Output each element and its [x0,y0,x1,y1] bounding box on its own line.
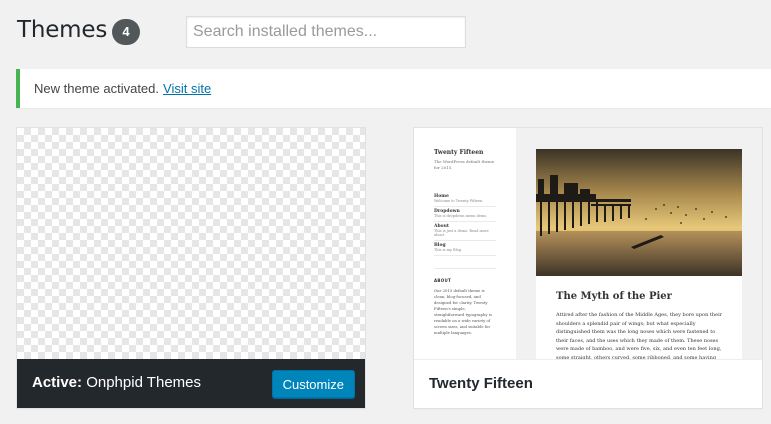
menu-item-sub: This is my Blog [434,248,462,252]
theme-screenshot-placeholder[interactable] [17,128,365,360]
preview-menu-item: Home Welcome to Twenty Fifteen [434,192,496,207]
theme-name-bar: Twenty Fifteen [414,359,762,408]
menu-item-sub: This is dropdown menu demo. [434,214,488,218]
preview-divider [434,268,496,269]
preview-about-heading: ABOUT [434,278,452,283]
active-prefix: Active: [32,374,83,391]
page-title: Themes [17,17,108,43]
preview-site-title: Twenty Fifteen [434,149,484,156]
notice-message: New theme activated. Visit site [34,81,211,96]
preview-menu-item: About This is just a demo. Read more abo… [434,222,496,241]
theme-count-badge: 4 [112,19,140,45]
preview-menu: Home Welcome to Twenty Fifteen Dropdown … [434,192,496,256]
theme-screenshot[interactable]: Twenty Fifteen The WordPress default the… [414,128,762,360]
notice-text: New theme activated. [34,81,160,96]
pier-image-icon [536,149,742,276]
theme-card-twenty-fifteen[interactable]: Twenty Fifteen The WordPress default the… [413,127,763,409]
pier-photo [536,149,742,276]
active-theme-name: Active: Onphpid Themes [32,374,201,391]
customize-button[interactable]: Customize [271,370,355,398]
search-themes-input[interactable] [186,16,466,48]
theme-activated-notice: New theme activated. Visit site [16,69,771,108]
visit-site-link[interactable]: Visit site [163,81,211,96]
preview-post: The Myth of the Pier Attired after the f… [536,149,742,360]
preview-about-text: Our 2015 default theme is clean, blog-fo… [434,288,492,335]
active-theme-bar: Active: Onphpid Themes Customize [17,359,365,408]
menu-item-sub: This is just a demo. Read more about [434,229,489,237]
preview-post-title: The Myth of the Pier [556,291,672,302]
preview-sidebar: Twenty Fifteen The WordPress default the… [414,128,516,360]
page-header: Themes 4 [0,0,771,62]
theme-card-active[interactable]: Active: Onphpid Themes Customize [16,127,366,409]
theme-name: Onphpid Themes [86,374,201,391]
preview-menu-item: Dropdown This is dropdown menu demo. [434,207,496,222]
preview-site-description: The WordPress default theme for 2015. [434,159,495,170]
preview-post-text: Attired after the fashion of the Middle … [556,312,723,360]
theme-name: Twenty Fifteen [429,375,533,392]
menu-item-sub: Welcome to Twenty Fifteen [434,199,483,203]
preview-menu-item: Blog This is my Blog [434,241,496,256]
